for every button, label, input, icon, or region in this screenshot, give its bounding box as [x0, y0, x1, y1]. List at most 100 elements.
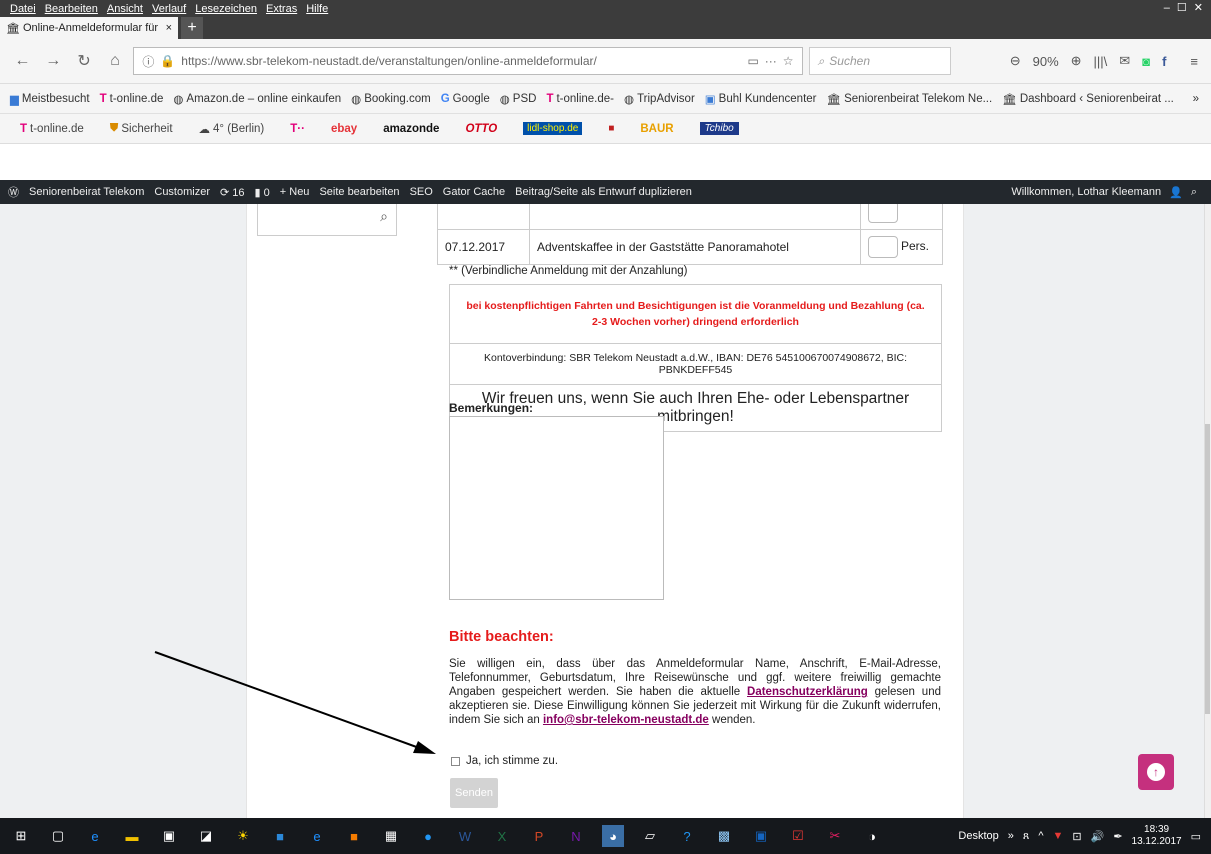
- submit-button[interactable]: Senden: [450, 778, 498, 808]
- window-controls[interactable]: – ☐ ✕: [1164, 1, 1205, 14]
- hamburger-menu-icon[interactable]: ≡: [1187, 54, 1201, 69]
- app-icon[interactable]: ☑: [787, 825, 809, 847]
- wordpress-icon[interactable]: Ⓦ: [8, 184, 19, 200]
- persons-input[interactable]: [868, 204, 898, 223]
- desktop-toolbar[interactable]: Desktop: [958, 830, 998, 842]
- calendar-icon[interactable]: ▦: [380, 825, 402, 847]
- back-to-top-button[interactable]: ↑: [1138, 754, 1174, 790]
- tchibo-link[interactable]: Tchibo: [699, 122, 739, 135]
- bookmark-dashboard[interactable]: 🏛 Dashboard ‹ Seniorenbeirat ...: [1002, 92, 1174, 106]
- new-tab-button[interactable]: +: [181, 17, 203, 39]
- toolbar-overflow-icon[interactable]: »: [1008, 830, 1014, 842]
- task-view-icon[interactable]: ▢: [47, 825, 69, 847]
- bookmark-amazon[interactable]: ◍ Amazon.de – online einkaufen: [173, 92, 341, 106]
- privacy-policy-link[interactable]: Datenschutzerklärung: [747, 686, 868, 698]
- wp-greeting[interactable]: Willkommen, Lothar Kleemann: [1011, 186, 1161, 199]
- remarks-textarea[interactable]: [449, 416, 664, 600]
- menu-lesezeichen[interactable]: Lesezeichen: [195, 3, 257, 15]
- app-icon[interactable]: ■: [343, 825, 365, 847]
- consent-checkbox-row[interactable]: Ja, ich stimme zu.: [451, 755, 558, 767]
- bookmark-tonline-2[interactable]: Tt-online.de-: [546, 93, 614, 105]
- remote-desktop-icon[interactable]: ▱: [639, 825, 661, 847]
- wp-edit-page[interactable]: Seite bearbeiten: [319, 186, 399, 198]
- bookmark-tonline[interactable]: Tt-online.de: [100, 93, 164, 105]
- wp-new[interactable]: + Neu: [280, 186, 310, 198]
- bookmark-psd[interactable]: ◍ PSD: [500, 92, 537, 106]
- antivirus-icon[interactable]: ▼: [1053, 830, 1064, 842]
- menu-hilfe[interactable]: Hilfe: [306, 3, 328, 15]
- wp-duplicate[interactable]: Beitrag/Seite als Entwurf duplizieren: [515, 186, 692, 198]
- clock[interactable]: 18:39 13.12.2017: [1132, 824, 1182, 848]
- menu-extras[interactable]: Extras: [266, 3, 297, 15]
- wp-customizer[interactable]: Customizer: [154, 186, 210, 198]
- otto-logo-icon[interactable]: ■: [608, 123, 614, 134]
- forward-icon[interactable]: →: [41, 52, 66, 70]
- zoom-out-icon[interactable]: ⊖: [1007, 53, 1024, 69]
- bookmark-seniorenbeirat[interactable]: 🏛 Seniorenbeirat Telekom Ne...: [827, 92, 993, 106]
- info-icon[interactable]: ⓘ: [142, 53, 154, 70]
- app-icon[interactable]: ◑: [861, 825, 883, 847]
- otto-link[interactable]: OTTO: [465, 123, 497, 135]
- notification-icon[interactable]: ▭: [1191, 830, 1201, 843]
- url-text[interactable]: https://www.sbr-telekom-neustadt.de/vera…: [181, 54, 741, 68]
- pen-icon[interactable]: ✒: [1113, 830, 1122, 843]
- internet-explorer-icon[interactable]: e: [306, 825, 328, 847]
- windows-start-icon[interactable]: ⊞: [10, 825, 32, 847]
- menu-datei[interactable]: Datei: [10, 3, 36, 15]
- consent-checkbox-label[interactable]: Ja, ich stimme zu.: [466, 755, 558, 767]
- file-explorer-icon[interactable]: ▬: [121, 825, 143, 847]
- zoom-level[interactable]: 90%: [1030, 54, 1062, 69]
- consent-checkbox[interactable]: [451, 756, 460, 766]
- home-icon[interactable]: ⌂: [102, 52, 127, 70]
- bookmarks-overflow-icon[interactable]: »: [1193, 93, 1211, 105]
- reader-view-icon[interactable]: ▭: [747, 54, 758, 68]
- bookmark-buhl[interactable]: ▣ Buhl Kundencenter: [705, 92, 817, 106]
- search-input[interactable]: ⌕ Suchen: [808, 47, 951, 75]
- word-icon[interactable]: W: [454, 825, 476, 847]
- amazon-link[interactable]: amazonde: [383, 123, 439, 135]
- brightness-icon[interactable]: ☀: [232, 825, 254, 847]
- bookmark-meistbesucht[interactable]: ▆ Meistbesucht: [10, 92, 90, 106]
- baur-link[interactable]: BAUR: [640, 123, 673, 135]
- mail-icon[interactable]: ✉: [1116, 53, 1133, 69]
- user-icon[interactable]: 👤: [1169, 186, 1183, 199]
- excel-icon[interactable]: X: [491, 825, 513, 847]
- wp-gator-cache[interactable]: Gator Cache: [443, 186, 505, 198]
- outlook-mail-icon[interactable]: ■: [269, 825, 291, 847]
- scrollbar[interactable]: [1204, 204, 1211, 818]
- page-actions-menu[interactable]: ···: [765, 54, 777, 68]
- powerpoint-icon[interactable]: P: [528, 825, 550, 847]
- library-icon[interactable]: |||\: [1091, 54, 1111, 69]
- photos-icon[interactable]: ◪: [195, 825, 217, 847]
- menu-bearbeiten[interactable]: Bearbeiten: [45, 3, 98, 15]
- ebay-link[interactable]: ebay: [331, 123, 357, 135]
- store-icon[interactable]: ▣: [158, 825, 180, 847]
- app-icon[interactable]: ▩: [713, 825, 735, 847]
- volume-icon[interactable]: 🔊: [1091, 830, 1105, 843]
- edge-icon[interactable]: e: [84, 825, 106, 847]
- search-icon[interactable]: ⌕: [380, 208, 388, 225]
- back-icon[interactable]: ←: [10, 52, 35, 70]
- app-icon[interactable]: ✂: [824, 825, 846, 847]
- close-tab-icon[interactable]: ×: [166, 22, 172, 34]
- sidebar-search-input[interactable]: ⌕: [257, 204, 397, 236]
- help-icon[interactable]: ?: [676, 825, 698, 847]
- wp-search-icon[interactable]: ⌕: [1191, 186, 1197, 199]
- wp-comments[interactable]: ▮ 0: [255, 186, 270, 199]
- firefox-icon[interactable]: ◕: [602, 825, 624, 847]
- wp-seo[interactable]: SEO: [410, 186, 433, 198]
- network-icon[interactable]: ⊡: [1072, 830, 1081, 843]
- bookmark-star-icon[interactable]: ☆: [783, 54, 794, 68]
- tab-active[interactable]: 🏛 Online-Anmeldeformular für ×: [0, 17, 178, 39]
- bookmark-booking[interactable]: ◍ Booking.com: [351, 92, 431, 106]
- lidl-link[interactable]: lidl-shop.de: [523, 122, 583, 135]
- menu-ansicht[interactable]: Ansicht: [107, 3, 143, 15]
- telekom-menu[interactable]: T··: [290, 123, 305, 135]
- email-link[interactable]: info@sbr-telekom-neustadt.de: [543, 714, 709, 726]
- wp-site-name[interactable]: Seniorenbeirat Telekom: [29, 186, 144, 198]
- onenote-icon[interactable]: N: [565, 825, 587, 847]
- scrollbar-thumb[interactable]: [1205, 424, 1210, 714]
- tonline-weather[interactable]: ☁ 4° (Berlin): [199, 122, 265, 136]
- people-icon[interactable]: ጸ: [1023, 830, 1029, 843]
- zoom-in-icon[interactable]: ⊕: [1068, 53, 1085, 69]
